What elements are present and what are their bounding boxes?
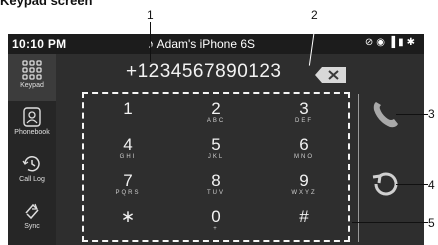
key-5[interactable]: 5 JKL	[172, 132, 260, 168]
sidebar-item-label: Call Log	[19, 176, 45, 183]
signal-icon: ▐	[388, 37, 399, 48]
sidebar-item-keypad[interactable]: Keypad	[8, 54, 56, 101]
battery-icon: ▮	[398, 37, 407, 48]
keypad: 1 2 ABC 3 DEF 4 GHI 5 JKL 6 MNO 7 PQRS 8 TUV 9W…	[82, 92, 350, 242]
redial-icon	[372, 172, 398, 196]
bluetooth-icon: ✱	[406, 37, 418, 48]
key-star[interactable]: ∗	[84, 204, 172, 240]
key-4[interactable]: 4 GHI	[84, 132, 172, 168]
phone-screen: 10:10 PM ♪ Adam's iPhone 6S ⊘◉▐▮✱ Keypad	[8, 34, 424, 245]
dialed-number: +1234567890123	[126, 61, 282, 82]
sidebar-item-label: Keypad	[20, 82, 44, 89]
key-7[interactable]: 7 PQRS	[84, 168, 172, 204]
phonebook-icon	[23, 107, 41, 127]
clock: 10:10 PM	[12, 37, 67, 51]
leader-3	[396, 114, 428, 115]
connected-device: ♪ Adam's iPhone 6S	[148, 37, 255, 51]
sidebar-item-label: Sync	[24, 223, 40, 230]
callout-4: 4	[428, 178, 435, 192]
leader-5	[352, 222, 428, 223]
key-0[interactable]: 0 +	[172, 204, 260, 240]
callout-3: 3	[428, 107, 435, 121]
sidebar-item-phonebook[interactable]: Phonebook	[8, 101, 56, 148]
sidebar: Keypad Phonebook Call Log Sync	[8, 54, 56, 245]
phone-handset-icon	[373, 102, 398, 128]
key-2[interactable]: 2 ABC	[172, 96, 260, 132]
key-3[interactable]: 3 DEF	[260, 96, 348, 132]
device-name: Adam's iPhone 6S	[156, 37, 256, 51]
backspace-button[interactable]	[314, 66, 348, 84]
key-9[interactable]: 9 WXYZ	[260, 168, 348, 204]
mute-icon: ⊘	[364, 37, 377, 48]
record-icon: ◉	[376, 37, 388, 48]
page-heading: Keypad screen	[0, 0, 93, 8]
call-log-icon	[22, 156, 40, 172]
callout-2: 2	[311, 8, 318, 22]
key-6[interactable]: 6 MNO	[260, 132, 348, 168]
key-1[interactable]: 1	[84, 96, 172, 132]
divider	[358, 94, 359, 242]
key-hash[interactable]: #	[260, 204, 348, 240]
bluetooth-phone-icon: ♪	[148, 37, 154, 51]
status-icons: ⊘◉▐▮✱	[365, 37, 418, 48]
callout-5: 5	[428, 216, 435, 230]
sidebar-item-sync[interactable]: Sync	[8, 195, 56, 242]
key-8[interactable]: 8 TUV	[172, 168, 260, 204]
sync-icon	[25, 203, 39, 220]
keypad-grid-icon	[22, 60, 42, 80]
sidebar-item-call-log[interactable]: Call Log	[8, 148, 56, 195]
leader-1	[150, 22, 151, 62]
sidebar-item-label: Phonebook	[14, 129, 50, 136]
status-bar: 10:10 PM ♪ Adam's iPhone 6S ⊘◉▐▮✱	[8, 34, 424, 54]
leader-4	[396, 184, 428, 185]
callout-1: 1	[147, 8, 154, 22]
